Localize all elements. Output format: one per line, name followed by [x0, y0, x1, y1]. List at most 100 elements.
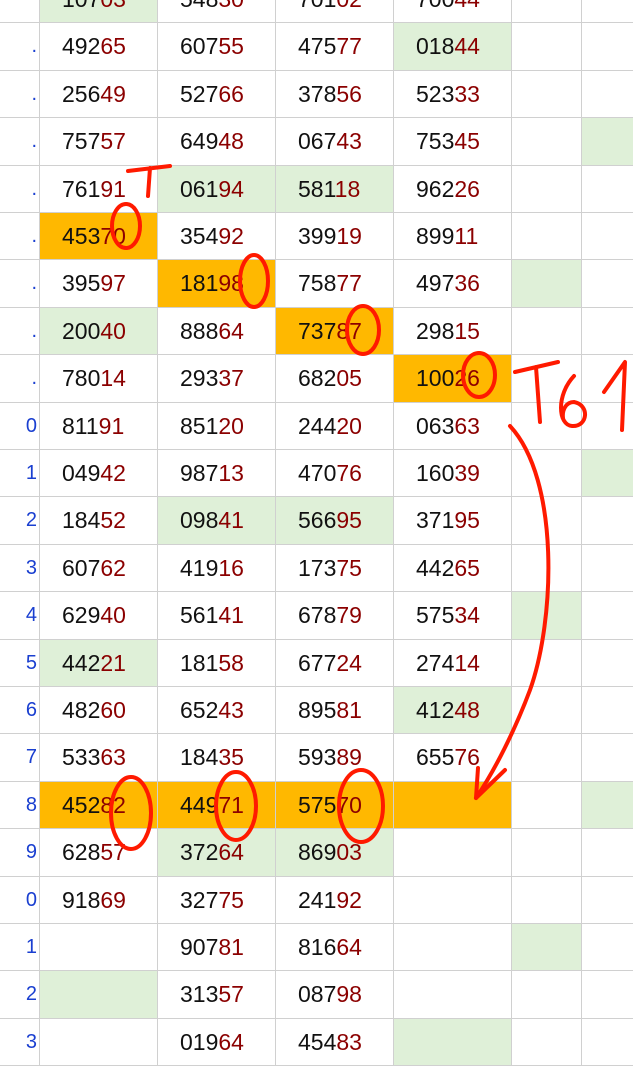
empty-cell[interactable]	[512, 355, 582, 403]
number-cell[interactable]: 98713	[158, 450, 276, 498]
number-cell[interactable]	[394, 924, 512, 972]
number-cell[interactable]: 91869	[40, 876, 158, 924]
number-cell[interactable]: 45282	[40, 781, 158, 830]
number-cell[interactable]: 54830	[158, 0, 276, 24]
number-cell[interactable]: 06743	[276, 118, 394, 166]
row-label[interactable]: .	[0, 213, 40, 261]
number-cell[interactable]	[40, 924, 158, 972]
row-label[interactable]: 7	[0, 734, 40, 782]
number-cell[interactable]: 60762	[40, 544, 158, 593]
row-label[interactable]: 8	[0, 781, 40, 830]
empty-cell[interactable]	[512, 497, 582, 545]
number-cell[interactable]: 16039	[394, 450, 512, 498]
empty-cell[interactable]	[582, 924, 633, 972]
row-label[interactable]: 9	[0, 829, 40, 877]
number-cell[interactable]: 57570	[276, 781, 394, 830]
empty-cell[interactable]	[512, 307, 582, 356]
empty-cell[interactable]	[512, 165, 582, 213]
empty-cell[interactable]	[582, 1019, 633, 1066]
number-cell[interactable]: 52766	[158, 70, 276, 119]
number-cell[interactable]	[394, 876, 512, 924]
empty-cell[interactable]	[582, 0, 633, 24]
number-cell[interactable]: 59389	[276, 734, 394, 782]
number-cell[interactable]: 01964	[158, 1018, 276, 1066]
number-cell[interactable]: 37856	[276, 70, 394, 119]
number-cell[interactable]: 41248	[394, 687, 512, 735]
number-cell[interactable]: 56695	[276, 497, 394, 545]
empty-cell[interactable]	[582, 213, 633, 261]
number-cell[interactable]: 86903	[276, 829, 394, 877]
empty-cell[interactable]	[582, 829, 633, 877]
empty-cell[interactable]	[512, 213, 582, 261]
number-cell[interactable]: 65243	[158, 687, 276, 735]
row-label[interactable]: 1	[0, 924, 40, 972]
row-label[interactable]: 0	[0, 876, 40, 924]
number-cell[interactable]: 10703	[40, 0, 158, 24]
number-cell[interactable]: 53363	[40, 734, 158, 782]
number-cell[interactable]: 32775	[158, 876, 276, 924]
number-cell[interactable]: 18158	[158, 639, 276, 687]
number-cell[interactable]: 18452	[40, 497, 158, 545]
empty-cell[interactable]	[512, 70, 582, 119]
number-cell[interactable]: 60755	[158, 23, 276, 71]
number-cell[interactable]: 06194	[158, 165, 276, 213]
number-cell[interactable]: 44221	[40, 639, 158, 687]
empty-cell[interactable]	[512, 0, 582, 24]
empty-cell[interactable]	[512, 687, 582, 735]
number-cell[interactable]: 29337	[158, 355, 276, 403]
number-cell[interactable]: 88864	[158, 307, 276, 356]
empty-cell[interactable]	[582, 781, 633, 830]
number-cell[interactable]: 39597	[40, 260, 158, 308]
empty-cell[interactable]	[512, 876, 582, 924]
number-cell[interactable]: 65576	[394, 734, 512, 782]
row-label[interactable]: .	[0, 355, 40, 403]
empty-cell[interactable]	[512, 1018, 582, 1066]
number-cell[interactable]: 85120	[158, 402, 276, 450]
number-cell[interactable]: 45483	[276, 1018, 394, 1066]
number-cell[interactable]: 52333	[394, 70, 512, 119]
number-cell[interactable]: 78014	[40, 355, 158, 403]
empty-cell[interactable]	[582, 118, 633, 166]
number-cell[interactable]: 89911	[394, 213, 512, 261]
empty-cell[interactable]	[582, 545, 633, 593]
number-cell[interactable]: 18435	[158, 734, 276, 782]
number-cell[interactable]: 56141	[158, 592, 276, 640]
number-cell[interactable]: 04942	[40, 450, 158, 498]
number-cell[interactable]: 41916	[158, 544, 276, 593]
empty-cell[interactable]	[582, 403, 633, 450]
row-label[interactable]: 5	[0, 639, 40, 687]
empty-cell[interactable]	[512, 734, 582, 782]
number-cell[interactable]: 58118	[276, 165, 394, 213]
empty-cell[interactable]	[582, 23, 633, 71]
empty-cell[interactable]	[512, 260, 582, 308]
row-label[interactable]: .	[0, 307, 40, 356]
empty-cell[interactable]	[512, 544, 582, 593]
number-cell[interactable]: 67879	[276, 592, 394, 640]
number-cell[interactable]: 62940	[40, 592, 158, 640]
number-cell[interactable]: 75757	[40, 118, 158, 166]
row-label[interactable]: 3	[0, 544, 40, 593]
number-cell[interactable]: 49265	[40, 23, 158, 71]
number-cell[interactable]: 09841	[158, 497, 276, 545]
number-cell[interactable]	[394, 781, 512, 830]
number-cell[interactable]: 57534	[394, 592, 512, 640]
empty-cell[interactable]	[512, 402, 582, 450]
empty-cell[interactable]	[582, 308, 633, 356]
row-label[interactable]: 2	[0, 971, 40, 1019]
row-label[interactable]: 2	[0, 497, 40, 545]
empty-cell[interactable]	[512, 829, 582, 877]
empty-cell[interactable]	[512, 781, 582, 830]
number-cell[interactable]: 81191	[40, 402, 158, 450]
empty-cell[interactable]	[582, 166, 633, 213]
number-cell[interactable]: 37264	[158, 829, 276, 877]
number-cell[interactable]: 37195	[394, 497, 512, 545]
number-cell[interactable]: 08798	[276, 971, 394, 1019]
number-cell[interactable]: 96226	[394, 165, 512, 213]
row-label[interactable]: 4	[0, 592, 40, 640]
empty-cell[interactable]	[512, 450, 582, 498]
number-cell[interactable]: 47577	[276, 23, 394, 71]
empty-cell[interactable]	[512, 592, 582, 640]
empty-cell[interactable]	[582, 260, 633, 308]
number-cell[interactable]: 75877	[276, 260, 394, 308]
row-label[interactable]: .	[0, 23, 40, 71]
